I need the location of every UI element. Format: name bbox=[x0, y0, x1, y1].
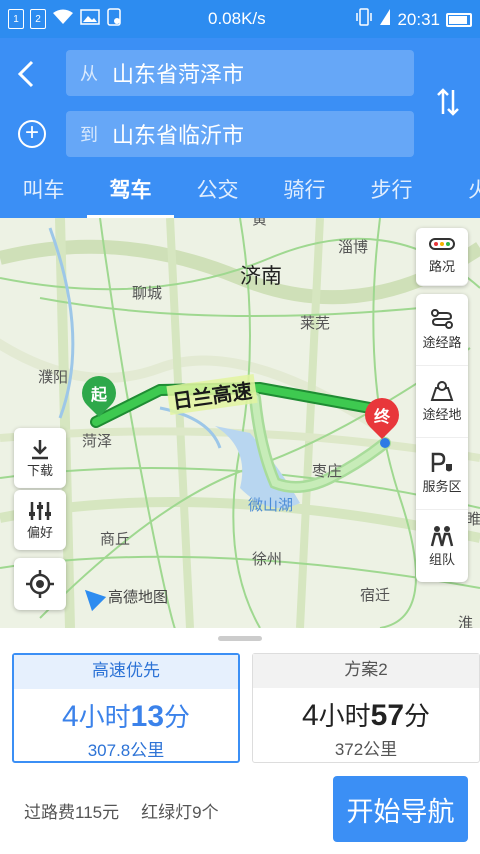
vibrate-icon bbox=[355, 8, 373, 31]
city-label-suqian: 宿迁 bbox=[360, 587, 391, 604]
traffic-lights-info: 红绿灯9个 bbox=[141, 803, 219, 822]
city-label-puyang: 濮阳 bbox=[38, 369, 69, 386]
plan-2-duration: 4小时57分 bbox=[301, 699, 431, 732]
wifi-icon bbox=[52, 9, 74, 30]
tab-walk[interactable]: 步行 bbox=[348, 172, 435, 218]
sim2-icon: 2 bbox=[30, 9, 46, 29]
plan-card-2[interactable]: 方案2 4小时57分 372公里 bbox=[252, 653, 480, 763]
back-arrow-icon bbox=[17, 60, 34, 88]
download-button[interactable]: 下载 bbox=[14, 428, 66, 488]
locate-crosshair-icon bbox=[26, 570, 54, 598]
map-pin-icon bbox=[430, 381, 454, 401]
right-toolbar: 路况 途经路 途经地 服务区 组队 bbox=[416, 228, 468, 582]
add-waypoint-button[interactable]: + bbox=[18, 120, 46, 148]
destination-value: 山东省临沂市 bbox=[112, 123, 245, 148]
end-marker-label: 终 bbox=[373, 409, 391, 427]
waypoint-route-icon bbox=[431, 309, 453, 329]
tab-bike[interactable]: 骑行 bbox=[261, 172, 348, 218]
back-button[interactable] bbox=[14, 56, 44, 92]
lake-label: 微山湖 bbox=[248, 497, 294, 514]
signal-icon bbox=[379, 8, 391, 31]
service-area-button[interactable]: 服务区 bbox=[416, 438, 468, 510]
plan-2-title: 方案2 bbox=[253, 654, 479, 688]
map-view[interactable]: 黄 淄博 济南 聊城 莱芜 濮阳 菏泽 枣庄 商丘 徐州 宿迁 淮 睢 日兰高速… bbox=[0, 218, 480, 628]
city-label-huai: 淮 bbox=[458, 615, 474, 628]
sim1-icon: 1 bbox=[8, 9, 24, 29]
plan-2-distance: 372公里 bbox=[334, 740, 398, 759]
waypoint-place-button[interactable]: 途经地 bbox=[416, 366, 468, 438]
toll-info: 过路费115元 bbox=[24, 803, 120, 822]
network-speed: 0.08K/s bbox=[208, 9, 266, 28]
swap-button[interactable] bbox=[436, 86, 460, 125]
city-label-huang: 黄 bbox=[252, 218, 268, 228]
route-tools-group: 途经路 途经地 服务区 组队 bbox=[416, 294, 468, 582]
download-icon bbox=[32, 439, 48, 459]
download-label: 下载 bbox=[26, 462, 53, 478]
amap-logo-text: 高德地图 bbox=[108, 589, 169, 606]
city-label-laiwu: 莱芜 bbox=[300, 315, 331, 332]
notification-icon bbox=[106, 7, 122, 31]
service-area-label: 服务区 bbox=[422, 479, 462, 494]
plan-1-title: 高速优先 bbox=[14, 655, 238, 689]
plan-1-distance: 307.8公里 bbox=[87, 741, 165, 760]
start-navigation-button[interactable]: 开始导航 bbox=[333, 776, 468, 842]
panel-drag-handle[interactable] bbox=[218, 636, 262, 641]
traffic-button[interactable]: 路况 bbox=[416, 228, 468, 286]
team-icon bbox=[430, 525, 454, 546]
city-label-zaozhuang: 枣庄 bbox=[312, 463, 343, 480]
waypoint-route-label: 途经路 bbox=[422, 335, 462, 350]
origin-value: 山东省菏泽市 bbox=[112, 62, 245, 87]
route-plans-panel: 高速优先 4小时13分 307.8公里 方案2 4小时57分 372公里 过路费… bbox=[0, 628, 480, 854]
tab-train[interactable]: 火 bbox=[435, 172, 480, 218]
clock: 20:31 bbox=[397, 9, 440, 29]
team-button[interactable]: 组队 bbox=[416, 510, 468, 582]
route-info: 过路费115元 红绿灯9个 bbox=[24, 798, 219, 823]
origin-prefix: 从 bbox=[80, 64, 98, 84]
battery-icon bbox=[446, 12, 472, 27]
city-label-shangqiu: 商丘 bbox=[100, 531, 131, 548]
swap-icon bbox=[437, 88, 459, 116]
city-label-zibo: 淄博 bbox=[338, 239, 369, 256]
image-icon bbox=[80, 8, 100, 30]
amap-logo: 高德地图 bbox=[77, 582, 169, 611]
preference-sliders-icon bbox=[29, 501, 51, 520]
tab-bus[interactable]: 公交 bbox=[174, 172, 261, 218]
route-header: + 从 山东省菏泽市 到 山东省临沂市 叫车 驾车 公交 骑行 步行 火 bbox=[0, 38, 480, 218]
status-bar: 1 2 0.08K/s 20:31 bbox=[0, 0, 480, 38]
traffic-light-icon bbox=[429, 238, 455, 250]
service-area-icon bbox=[431, 452, 452, 472]
plan-1-duration: 4小时13分 bbox=[61, 700, 191, 733]
waypoint-place-label: 途经地 bbox=[422, 407, 462, 422]
team-label: 组队 bbox=[428, 551, 455, 567]
preference-button[interactable]: 偏好 bbox=[14, 490, 66, 550]
traffic-label: 路况 bbox=[428, 259, 455, 274]
amap-arrow-icon bbox=[77, 582, 107, 611]
destination-field[interactable]: 到 山东省临沂市 bbox=[66, 111, 414, 157]
city-label-liaocheng: 聊城 bbox=[132, 285, 163, 302]
transport-tabs: 叫车 驾车 公交 骑行 步行 火 bbox=[0, 172, 480, 218]
tab-taxi[interactable]: 叫车 bbox=[0, 172, 87, 218]
preference-label: 偏好 bbox=[26, 524, 53, 540]
locate-button[interactable] bbox=[14, 558, 66, 610]
origin-field[interactable]: 从 山东省菏泽市 bbox=[66, 50, 414, 96]
city-label-heze: 菏泽 bbox=[82, 433, 113, 450]
plan-card-1[interactable]: 高速优先 4小时13分 307.8公里 bbox=[12, 653, 240, 763]
start-marker-label: 起 bbox=[90, 387, 108, 405]
city-label-sui: 睢 bbox=[466, 511, 480, 528]
city-label-jinan: 济南 bbox=[240, 265, 282, 288]
destination-prefix: 到 bbox=[80, 125, 98, 145]
waypoint-route-button[interactable]: 途经路 bbox=[416, 294, 468, 366]
tab-drive[interactable]: 驾车 bbox=[87, 172, 174, 218]
city-label-xuzhou: 徐州 bbox=[252, 551, 283, 568]
